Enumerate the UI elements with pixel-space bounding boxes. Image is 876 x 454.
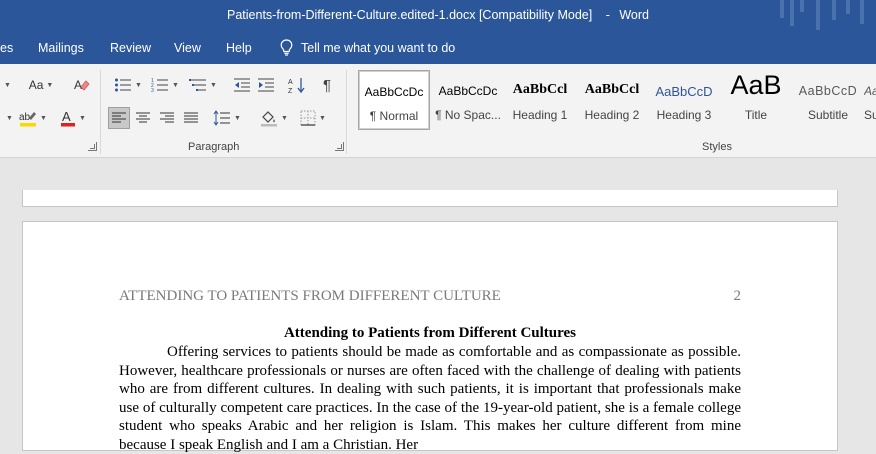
style-name: Heading 1 [512,108,568,122]
decrease-indent-button[interactable] [230,74,254,96]
document-page[interactable]: ATTENDING TO PATIENTS FROM DIFFERENT CUL… [22,221,838,453]
style-normal[interactable]: AaBbCcDc ¶ Normal [358,70,430,130]
style-sample: AaBbCcDc [364,85,424,99]
style-sample: AaBb [864,84,876,98]
ribbon-tabs: es Mailings Review View Help Tell me wha… [0,32,876,64]
style-name: Subtitle [807,108,849,122]
svg-text:A: A [288,79,293,86]
font-color-icon: A [61,109,76,127]
increase-indent-button[interactable] [254,74,278,96]
bullets-icon [115,78,132,92]
styles-gallery: AaBbCcDc ¶ Normal AaBbCcDc ¶ No Spac... … [356,70,876,132]
paragraph-group-label: Paragraph [188,141,240,153]
show-formatting-marks-button[interactable]: ¶ [316,74,338,96]
title-separator: - [605,8,610,22]
style-name: ¶ Normal [369,109,419,123]
style-subtle-emphasis[interactable]: AaBb Su [864,70,876,130]
numbering-button[interactable]: 1 2 3 ▼ [148,74,182,96]
style-heading-1[interactable]: AaBbCcl Heading 1 [504,70,576,130]
align-right-button[interactable] [156,107,178,129]
title-bar-decoration [776,0,876,32]
page-header: ATTENDING TO PATIENTS FROM DIFFERENT CUL… [119,288,741,305]
svg-text:ab: ab [19,112,31,123]
style-name: Title [744,108,768,122]
document-name: Patients-from-Different-Culture.edited-1… [227,8,593,22]
sort-icon: A Z [288,78,305,94]
line-spacing-icon [213,110,231,126]
increase-indent-icon [258,78,274,92]
clear-formatting-button[interactable]: A [70,74,94,96]
style-subtitle[interactable]: AaBbCcD Subtitle [792,70,864,130]
font-dialog-launcher[interactable] [88,142,97,151]
style-sample: AaBbCcD [798,84,858,98]
font-size-dropdown-arrow[interactable]: ▼ [0,74,12,96]
borders-button[interactable]: ▼ [296,107,330,129]
svg-text:A: A [74,78,82,92]
page-number: 2 [733,288,742,304]
tell-me-box[interactable]: Tell me what you want to do [280,39,455,56]
style-name: ¶ No Spac... [435,108,501,122]
style-no-spacing[interactable]: AaBbCcDc ¶ No Spac... [432,70,504,130]
style-name: Heading 2 [584,108,640,122]
previous-page-bottom [22,190,838,207]
align-center-icon [136,112,150,123]
highlight-color-button[interactable]: ab ▼ [16,107,50,129]
bullets-button[interactable]: ▼ [108,74,148,96]
borders-icon [300,110,316,126]
tab-view[interactable]: View [174,41,201,55]
change-case-label: Aa [28,78,44,92]
shading-button[interactable]: ▼ [256,107,292,129]
font-color-button[interactable]: A ▼ [56,107,90,129]
align-left-button[interactable] [108,107,130,129]
app-name: Word [619,8,649,22]
sort-button[interactable]: A Z [286,74,308,96]
body-paragraph: Offering services to patients should be … [119,344,741,453]
paragraph-dialog-launcher[interactable] [335,142,344,151]
align-center-button[interactable] [132,107,154,129]
style-sample: AaBbCcl [584,82,640,97]
paint-bucket-icon [261,111,278,127]
svg-text:A: A [62,109,71,124]
style-name: Heading 3 [656,108,712,122]
align-right-icon [160,112,174,123]
clear-formatting-icon: A [74,78,90,92]
numbering-icon: 1 2 3 [151,78,169,93]
style-sample: AaB [730,70,782,100]
tab-help[interactable]: Help [226,41,252,55]
svg-text:3: 3 [151,88,154,93]
justify-button[interactable] [180,107,202,129]
font-dropdown-arrow[interactable]: ▼ [2,107,14,129]
pilcrow-icon: ¶ [322,76,332,94]
decrease-indent-icon [234,78,250,92]
style-sample: AaBbCcDc [438,84,498,98]
lightbulb-icon [280,39,293,56]
tab-review[interactable]: Review [110,41,151,55]
tab-mailings[interactable]: Mailings [38,41,84,55]
style-heading-3[interactable]: AaBbCcD Heading 3 [648,70,720,130]
multilevel-list-button[interactable]: ▼ [186,74,220,96]
style-sample: AaBbCcl [512,82,568,97]
styles-group-label: Styles [702,141,732,153]
tell-me-text: Tell me what you want to do [301,40,456,55]
document-title: Attending to Patients from Different Cul… [283,325,577,341]
window-title: Patients-from-Different-Culture.edited-1… [0,8,876,22]
style-name: Su [864,108,876,122]
multilevel-list-icon [189,79,207,91]
align-left-icon [112,112,126,123]
style-sample: AaBbCcD [655,84,713,99]
highlighter-icon: ab [19,112,37,127]
tab-references[interactable]: es [0,41,13,55]
svg-text:Z: Z [288,88,293,94]
change-case-button[interactable]: Aa ▼ [24,74,58,96]
title-bar: Patients-from-Different-Culture.edited-1… [0,0,876,32]
running-head: ATTENDING TO PATIENTS FROM DIFFERENT CUL… [119,288,501,304]
line-spacing-button[interactable]: ▼ [210,107,244,129]
justify-icon [184,112,198,123]
style-title[interactable]: AaB Title [720,70,792,130]
style-heading-2[interactable]: AaBbCcl Heading 2 [576,70,648,130]
